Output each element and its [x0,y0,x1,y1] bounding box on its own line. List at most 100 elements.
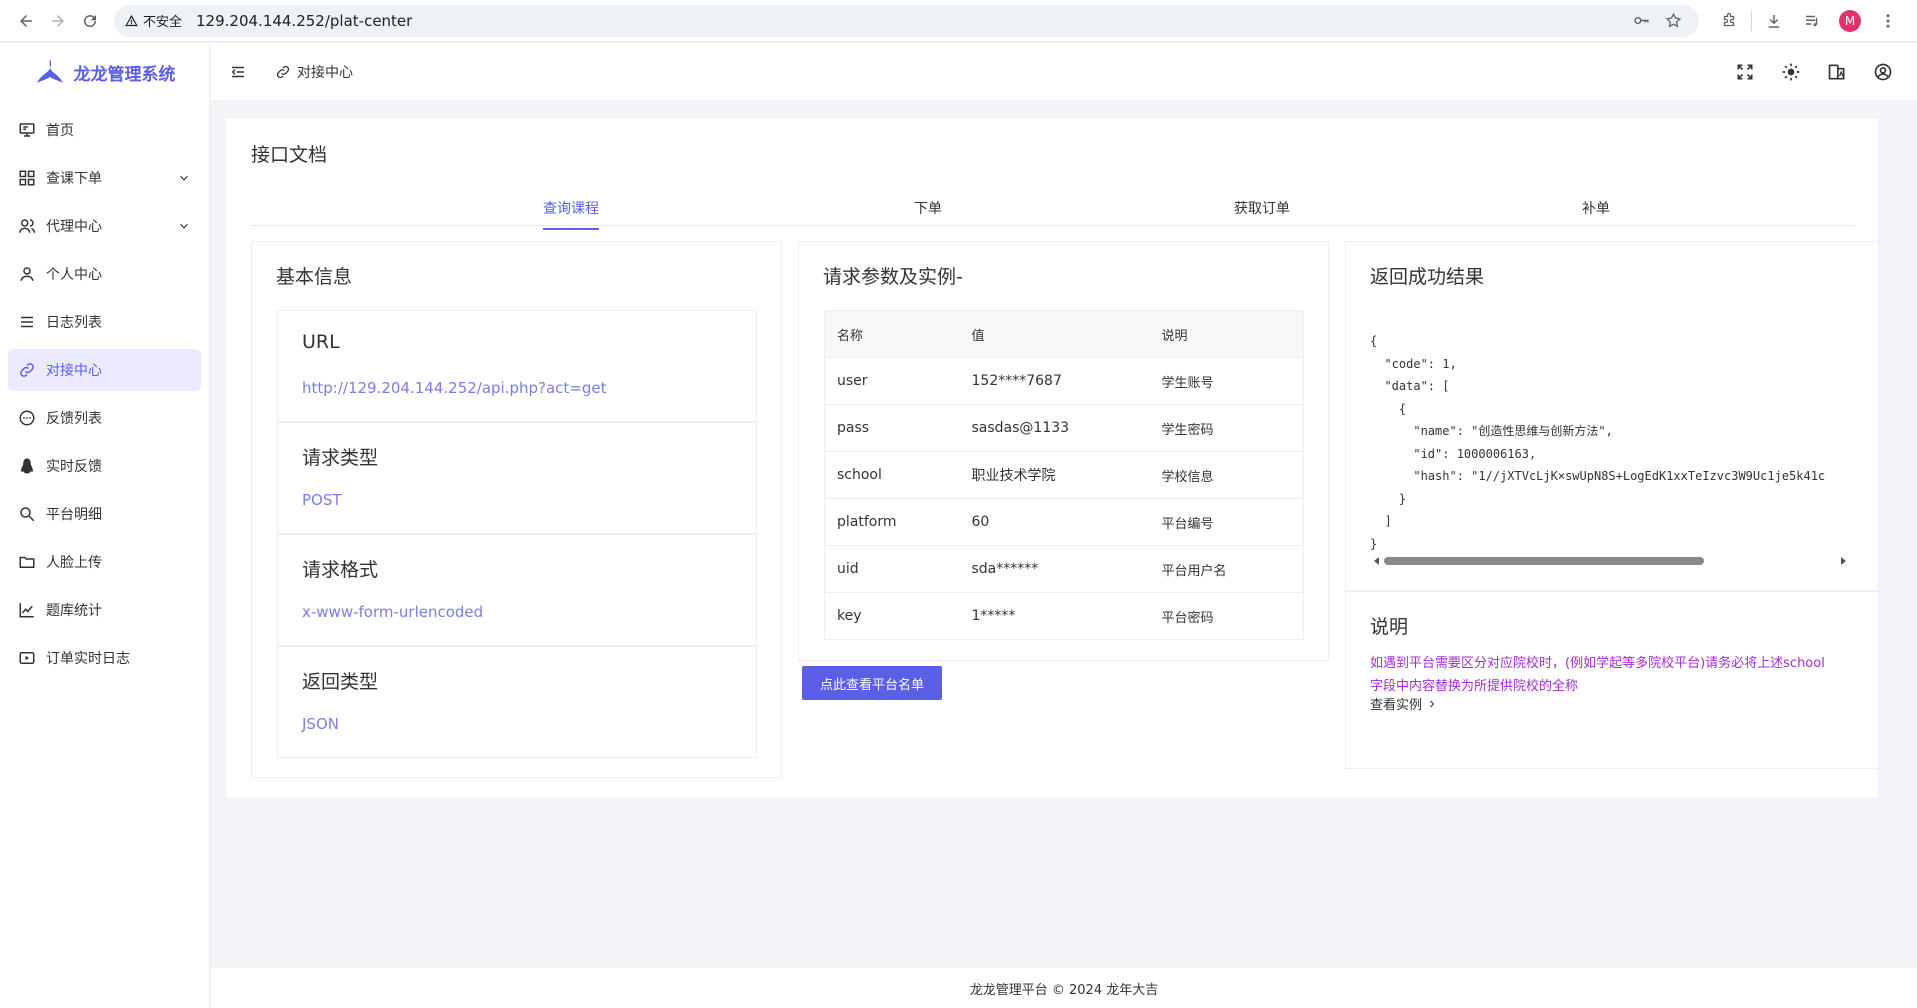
sidebar-item-order-live-log[interactable]: 订单实时日志 [8,637,201,679]
sidebar-item-label: 平台明细 [46,507,102,523]
star-icon [1665,12,1681,28]
url-label: URL [302,331,340,353]
scroll-right-arrow[interactable] [1836,554,1850,568]
sidebar-menu: 首页 查课下单 代理中心 个人中心 日志列表 对接中心 反馈列表 实时反馈 平台… [0,109,209,679]
view-example-label: 查看实例 [1370,698,1423,713]
param-name: uid [824,545,960,593]
chart-icon [18,601,36,619]
param-desc: 学生账号 [1149,357,1304,405]
table-row: school 职业技术学院 学校信息 [824,451,1304,499]
bookmark-button[interactable] [1657,5,1689,37]
reload-icon [84,14,97,27]
sidebar-item-plat-center[interactable]: 对接中心 [8,349,201,391]
scrollbar-thumb[interactable] [1384,557,1704,565]
url-value[interactable]: http://129.204.144.252/api.php?act=get [302,379,607,397]
response-type-value: JSON [302,715,339,733]
sidebar-item-home[interactable]: 首页 [8,109,201,151]
code-horizontal-scrollbar[interactable] [1370,554,1850,568]
browser-menu-button[interactable] [1872,5,1904,37]
download-icon [1768,14,1780,28]
params-title: 请求参数及实例- [823,266,963,288]
sidebar-item-label: 反馈列表 [46,411,102,427]
chat-icon [18,409,36,427]
reload-button[interactable] [74,5,106,37]
insecure-indicator[interactable]: 不安全 [124,11,196,30]
sidebar-item-question-stats[interactable]: 题库统计 [8,589,201,631]
users-icon [18,217,36,235]
table-row: key 1***** 平台密码 [824,592,1304,640]
param-value: 60 [959,498,1150,546]
url-text[interactable]: 129.204.144.252/plat-center [196,12,1625,30]
playlist-icon [1806,15,1818,26]
view-example-link[interactable]: 查看实例 [1370,694,1438,713]
sidebar: 龙龙管理系统 首页 查课下单 代理中心 个人中心 日志列表 对接中心 反馈列表 … [0,43,210,1008]
arrow-left-icon [20,14,32,27]
insecure-label: 不安全 [143,15,183,30]
fullscreen-icon [1737,64,1753,79]
password-key-button[interactable] [1625,5,1657,37]
link-icon [18,361,36,379]
address-bar[interactable]: 不安全 129.204.144.252/plat-center [114,4,1699,37]
param-value: 1***** [959,592,1150,640]
params-panel: 请求参数及实例- 名称 值 说明 user 152****7687 学生账号 p… [798,241,1329,661]
request-type-label: 请求类型 [302,447,379,469]
basic-info-panel: 基本信息 URL http://129.204.144.252/api.php?… [251,241,782,778]
user-menu-button[interactable] [1871,60,1895,84]
sidebar-item-face-upload[interactable]: 人脸上传 [8,541,201,583]
theme-toggle-button[interactable] [1779,60,1803,84]
profile-button[interactable]: M [1834,5,1866,37]
api-doc-card: 接口文档 查询课程 下单 获取订单 补单 基本信息 URL http://129… [225,117,1879,799]
menu-fold-icon [231,66,244,77]
puzzle-icon [1723,12,1735,26]
param-name: platform [824,498,960,546]
sidebar-item-label: 订单实时日志 [46,651,130,667]
penguin-icon [18,457,36,475]
user-icon [18,265,36,283]
search-icon [18,505,36,523]
logo-text: 龙龙管理系统 [73,64,176,85]
downloads-button[interactable] [1758,5,1790,37]
collapse-sidebar-button[interactable] [225,59,251,85]
view-platform-list-button[interactable]: 点此查看平台名单 [802,666,942,700]
sidebar-item-label: 日志列表 [46,315,102,331]
sidebar-item-course-order[interactable]: 查课下单 [8,157,201,199]
scrollbar-track[interactable] [1384,556,1836,566]
chevron-right-icon [1430,700,1435,707]
tab-get-orders[interactable]: 获取订单 [1234,198,1290,228]
media-button[interactable] [1796,5,1828,37]
sidebar-item-feedback-list[interactable]: 反馈列表 [8,397,201,439]
language-button[interactable] [1825,60,1849,84]
breadcrumb-label: 对接中心 [297,64,353,81]
sidebar-item-logs[interactable]: 日志列表 [8,301,201,343]
tab-place-order[interactable]: 下单 [914,198,942,228]
extensions-button[interactable] [1713,5,1745,37]
fullscreen-button[interactable] [1733,60,1757,84]
sidebar-item-label: 对接中心 [46,363,102,379]
scroll-left-arrow[interactable] [1370,554,1384,568]
param-name: pass [824,404,960,452]
app-logo[interactable]: 龙龙管理系统 [0,43,209,101]
sidebar-item-platform-detail[interactable]: 平台明细 [8,493,201,535]
sidebar-item-live-feedback[interactable]: 实时反馈 [8,445,201,487]
arrow-right-icon [52,14,64,27]
result-code[interactable]: { "code": 1, "data": [ { "name": "创造性思维与… [1370,330,1850,558]
param-desc: 学校信息 [1149,451,1304,499]
breadcrumb: 对接中心 [275,62,353,82]
sidebar-item-label: 人脸上传 [46,555,102,571]
account-circle-icon [1874,63,1892,80]
tab-query-course[interactable]: 查询课程 [543,198,599,230]
api-tabs: 查询课程 下单 获取订单 补单 [251,190,1855,230]
param-value: 152****7687 [959,357,1150,405]
param-desc: 平台密码 [1149,592,1304,640]
sidebar-item-profile[interactable]: 个人中心 [8,253,201,295]
sidebar-item-agent[interactable]: 代理中心 [8,205,201,247]
result-title: 返回成功结果 [1370,266,1485,288]
back-button[interactable] [10,5,42,37]
forward-button[interactable] [42,5,74,37]
table-header-row: 名称 值 说明 [824,310,1304,358]
tab-reorder[interactable]: 补单 [1582,198,1610,228]
monitor-icon [18,121,36,139]
list-icon [18,313,36,331]
key-icon [1633,16,1649,25]
triangle-right-icon [1841,557,1846,565]
